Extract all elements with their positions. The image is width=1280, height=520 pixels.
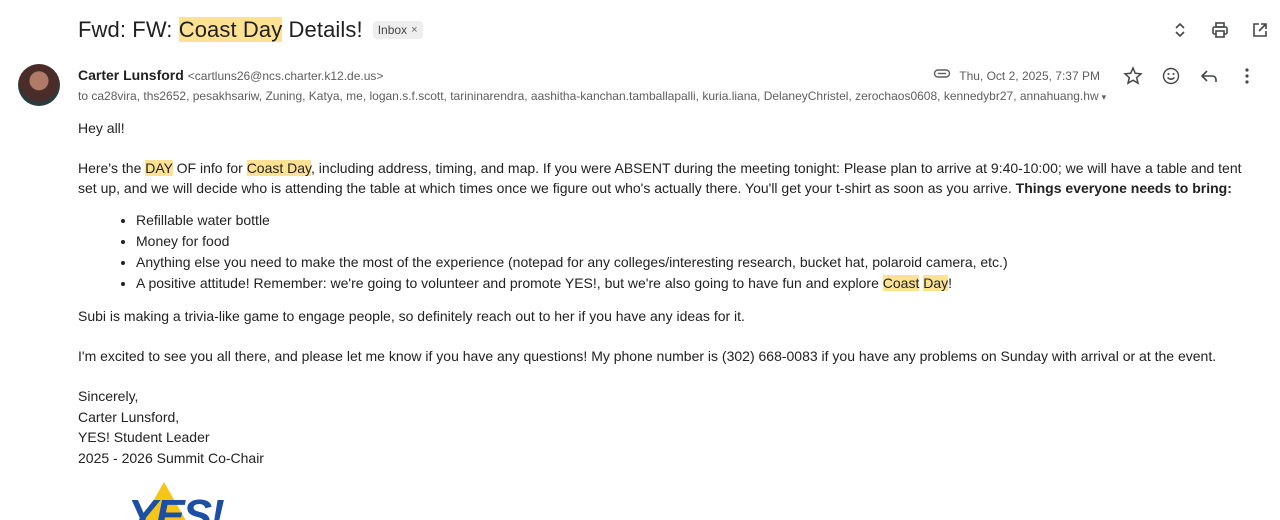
recipients-text: to ca28vira, ths2652, pesakhsariw, Zunin… [78, 89, 1099, 103]
reply-icon[interactable] [1190, 64, 1228, 88]
subject-highlight: Coast Day [178, 17, 283, 42]
message-body: Hey all! Here's the DAY OF info for Coas… [78, 118, 1258, 468]
yes-logo: YES! [126, 480, 246, 520]
paragraph-contact: I'm excited to see you all there, and pl… [78, 348, 1217, 364]
sender-line: Carter Lunsford <cartluns26@ncs.charter.… [78, 67, 383, 83]
greeting: Hey all! [78, 120, 125, 136]
expand-collapse-icon[interactable] [1160, 18, 1200, 42]
list-item: Refillable water bottle [136, 210, 1258, 231]
signature: Sincerely, Carter Lunsford, YES! Student… [78, 386, 1258, 468]
recipients-line[interactable]: to ca28vira, ths2652, pesakhsariw, Zunin… [78, 89, 1106, 103]
signature-line: Carter Lunsford, [78, 408, 180, 425]
sender-name[interactable]: Carter Lunsford [78, 67, 184, 83]
sender-avatar[interactable] [18, 64, 60, 106]
star-icon[interactable] [1114, 64, 1152, 88]
bring-list: Refillable water bottle Money for food A… [78, 210, 1258, 294]
remove-label-button[interactable]: × [411, 24, 417, 36]
inbox-label-chip: Inbox × [372, 21, 423, 39]
signature-line: 2025 - 2026 Summit Co-Chair [78, 449, 264, 466]
attachment-icon [933, 67, 951, 85]
sender-email: <cartluns26@ncs.charter.k12.de.us> [187, 69, 384, 83]
list-item: Money for food [136, 231, 1258, 252]
list-item: Anything else you need to make the most … [136, 252, 1258, 273]
signature-line: YES! Student Leader [78, 429, 210, 445]
message-date: Thu, Oct 2, 2025, 7:37 PM [959, 69, 1100, 83]
email-subject: Fwd: FW: Coast Day Details! [78, 17, 363, 42]
open-new-window-icon[interactable] [1240, 18, 1280, 42]
list-item: A positive attitude! Remember: we're goi… [136, 273, 1258, 294]
highlight-coast: Coast [882, 275, 920, 291]
logo-text: YES! [128, 491, 224, 520]
paragraph-trivia: Subi is making a trivia-like game to eng… [78, 308, 745, 324]
top-actions [1160, 18, 1280, 42]
print-icon[interactable] [1200, 18, 1240, 42]
paragraph-day-of-info: Here's the DAY OF info for Coast Day, in… [78, 160, 1242, 196]
message-meta: Thu, Oct 2, 2025, 7:37 PM [933, 64, 1266, 88]
highlight-day: Day [923, 275, 949, 291]
signature-line: Sincerely, [78, 388, 139, 404]
show-details-caret-icon[interactable]: ▾ [1102, 92, 1107, 102]
highlight-day: DAY [145, 160, 173, 176]
inbox-label-text: Inbox [377, 23, 408, 37]
highlight-coast-day: Coast Day [246, 160, 312, 176]
bring-list-heading: Things everyone needs to bring: [1015, 180, 1232, 196]
more-options-icon[interactable] [1228, 64, 1266, 88]
emoji-react-icon[interactable] [1152, 64, 1190, 88]
subject-row: Fwd: FW: Coast Day Details! Inbox × [78, 12, 423, 48]
